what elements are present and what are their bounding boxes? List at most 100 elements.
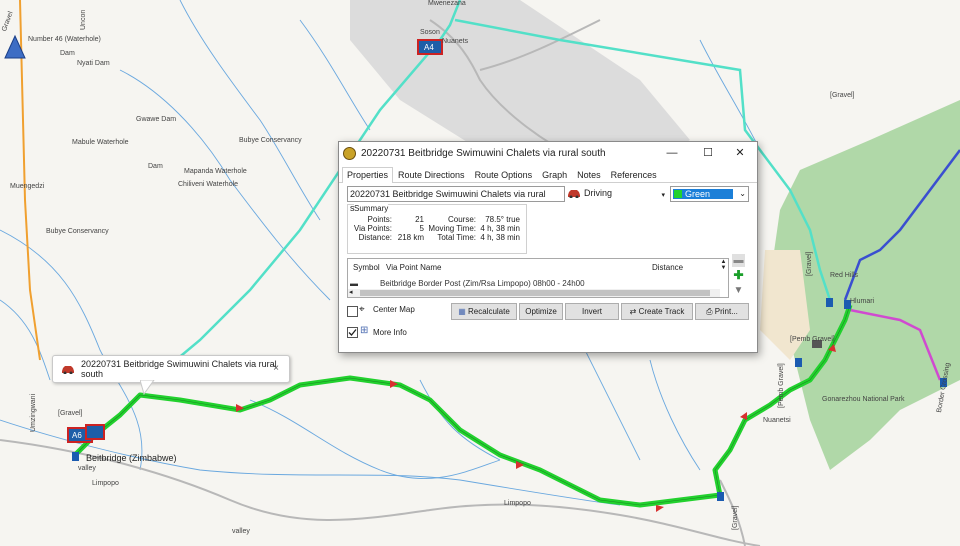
map-label: Number 46 (Waterhole) bbox=[28, 36, 101, 43]
moving-time-value: 4 h, 38 min bbox=[480, 224, 520, 233]
via-point-name: Beitbridge Border Post (Zim/Rsa Limpopo)… bbox=[380, 279, 585, 288]
horizontal-scrollbar[interactable]: ◂ bbox=[348, 289, 720, 297]
via-points-value: 5 bbox=[419, 224, 424, 233]
map-label: Muengedzi bbox=[10, 183, 45, 190]
more-info-checkbox[interactable] bbox=[347, 327, 358, 338]
summary-header: Summary bbox=[354, 204, 389, 213]
map-label: Gonarezhou National Park bbox=[822, 396, 905, 403]
highway-label: A4 bbox=[424, 43, 434, 52]
column-header-symbol[interactable]: Symbol bbox=[353, 263, 380, 272]
map-label: Nyati Dam bbox=[77, 60, 110, 67]
color-swatch: Green bbox=[673, 189, 733, 199]
column-header-distance[interactable]: Distance bbox=[652, 263, 683, 272]
map-label: valley bbox=[232, 528, 250, 535]
track-icon: ⇄ bbox=[629, 307, 637, 316]
vertical-scrollbar[interactable]: ▲ ▼ bbox=[719, 259, 728, 289]
map-label: Umzingwani bbox=[30, 393, 37, 432]
remove-row-icon[interactable]: ▬ bbox=[732, 254, 745, 267]
tooltip-pointer bbox=[140, 380, 155, 396]
map-label: Nuanetsi bbox=[763, 417, 791, 424]
map-label: Uncon bbox=[80, 9, 87, 30]
map-label: Bubye Conservancy bbox=[46, 228, 109, 235]
map-label: [Pemb Gravel] bbox=[790, 336, 835, 343]
tab-graph[interactable]: Graph bbox=[537, 167, 572, 182]
scrollbar-thumb[interactable] bbox=[360, 290, 710, 296]
center-map-checkbox[interactable] bbox=[347, 306, 358, 317]
close-button[interactable]: ✕ bbox=[725, 145, 755, 161]
column-header-via-point-name[interactable]: Via Point Name bbox=[386, 263, 441, 272]
map-label: valley bbox=[78, 465, 96, 472]
distance-label: Distance: bbox=[358, 233, 392, 242]
distance-value: 218 km bbox=[397, 233, 424, 242]
car-icon bbox=[568, 190, 580, 198]
dialog-titlebar[interactable]: 20220731 Beitbridge Swimuwini Chalets vi… bbox=[339, 142, 757, 165]
via-flag-icon: ▬ bbox=[350, 279, 358, 288]
recalculate-icon: ▦ bbox=[458, 307, 466, 316]
map-label: Bubye Conservancy bbox=[239, 137, 302, 144]
map-label: [Gravel] bbox=[806, 251, 813, 276]
course-value: 78.5° true bbox=[485, 215, 520, 224]
summary-box: Summary Points: 21 Via Points: 5 Distanc… bbox=[347, 204, 527, 254]
route-name-field[interactable]: 20220731 Beitbridge Swimuwini Chalets vi… bbox=[347, 186, 565, 213]
points-value: 21 bbox=[415, 215, 424, 224]
create-track-label: Create Track bbox=[638, 307, 685, 316]
tab-route-directions[interactable]: Route Directions bbox=[393, 167, 470, 182]
via-points-label: Via Points: bbox=[353, 224, 392, 233]
maximize-button[interactable]: ☐ bbox=[693, 145, 723, 161]
tab-route-options[interactable]: Route Options bbox=[470, 167, 538, 182]
scroll-left-icon[interactable]: ◂ bbox=[349, 288, 353, 296]
highway-label: A6 bbox=[72, 431, 82, 440]
tab-bar: Properties Route Directions Route Option… bbox=[339, 167, 757, 183]
via-points-table[interactable]: Symbol Via Point Name Distance ▬ Beitbrid… bbox=[347, 258, 729, 298]
map-label: Mapanda Waterhole bbox=[184, 168, 247, 175]
points-label: Points: bbox=[367, 215, 392, 224]
map-label: Limpopo bbox=[504, 500, 531, 507]
map-label: [Gravel] bbox=[732, 505, 739, 530]
course-label: Course: bbox=[447, 215, 476, 224]
map-label: Hlumari bbox=[850, 298, 875, 305]
minimize-button[interactable]: — bbox=[657, 145, 687, 161]
map-label: Soson bbox=[420, 29, 440, 36]
map-label: Dam bbox=[60, 50, 75, 57]
map-label: Red Hills bbox=[830, 272, 859, 279]
map-label: Mabule Waterhole bbox=[72, 139, 129, 146]
moving-time-label: Moving Time: bbox=[428, 224, 476, 233]
car-icon bbox=[61, 364, 75, 375]
map-label: Chiliveni Waterhole bbox=[178, 181, 239, 188]
more-info-label: More Info bbox=[373, 328, 407, 337]
transport-mode-select[interactable]: Driving ▾ bbox=[567, 186, 665, 200]
tab-notes[interactable]: Notes bbox=[572, 167, 606, 182]
create-track-button[interactable]: ⇄ Create Track bbox=[621, 303, 693, 320]
optimize-button[interactable]: Optimize bbox=[519, 303, 563, 320]
table-row[interactable]: ▬ Beitbridge Border Post (Zim/Rsa Limpopo… bbox=[350, 279, 710, 288]
tab-references[interactable]: References bbox=[606, 167, 662, 182]
total-time-label: Total Time: bbox=[437, 233, 476, 242]
map-label: Limpopo bbox=[92, 480, 119, 487]
route-color-select[interactable]: Green ⌄ bbox=[670, 186, 749, 202]
map-label: [Gravel] bbox=[58, 410, 83, 417]
tab-properties[interactable]: Properties bbox=[342, 167, 394, 183]
transport-mode-value: Driving bbox=[584, 188, 613, 198]
more-info-icon: ⊞ bbox=[360, 325, 369, 336]
route-tooltip[interactable]: 20220731 Beitbridge Swimuwini Chalets vi… bbox=[52, 355, 290, 383]
center-map-icon: ⌖ bbox=[359, 304, 365, 315]
map-label-town: Beitbridge (Zimbabwe) bbox=[86, 453, 177, 463]
center-map-label: Center Map bbox=[373, 305, 415, 314]
print-button[interactable]: ⎙ Print... bbox=[695, 303, 749, 320]
map-label: Nuanets bbox=[442, 38, 469, 45]
recalculate-button[interactable]: ▦ Recalculate bbox=[451, 303, 517, 320]
map-label: Mwenezana bbox=[428, 0, 466, 7]
add-row-icon[interactable]: ✚ bbox=[732, 269, 745, 282]
dropdown-arrow-icon: ⌄ bbox=[739, 189, 746, 198]
print-label: Print... bbox=[714, 307, 738, 316]
app-icon bbox=[343, 147, 356, 160]
map-label: [Gravel] bbox=[830, 92, 855, 99]
tooltip-close-button[interactable]: × bbox=[273, 363, 279, 374]
invert-button[interactable]: Invert bbox=[565, 303, 619, 320]
map-label: [Pemb Gravel] bbox=[778, 363, 785, 408]
route-properties-dialog[interactable]: 20220731 Beitbridge Swimuwini Chalets vi… bbox=[338, 141, 758, 353]
tooltip-text: 20220731 Beitbridge Swimuwini Chalets vi… bbox=[81, 359, 277, 379]
recalculate-label: Recalculate bbox=[467, 307, 510, 316]
move-down-icon[interactable]: ▼ bbox=[732, 284, 745, 297]
row-action-buttons: ▬ ✚ ▼ bbox=[732, 254, 746, 299]
